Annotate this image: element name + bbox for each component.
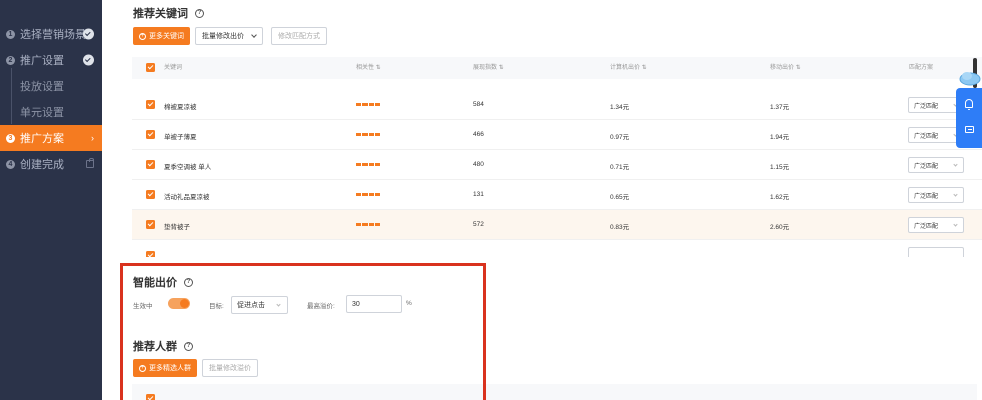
bag-icon (86, 158, 94, 168)
sidebar-step-complete[interactable]: 4 创建完成 (0, 151, 102, 177)
sidebar-substep-delivery[interactable]: 投放设置 (0, 73, 102, 99)
check-icon (83, 28, 94, 40)
relevance-bar (356, 193, 380, 196)
button-label: 更多关键词 (149, 33, 184, 40)
keywords-table-header (132, 57, 982, 79)
match-value: 广泛匹配 (914, 133, 939, 140)
match-select[interactable]: 广泛匹配 (908, 157, 964, 173)
check-icon (83, 54, 94, 66)
chevron-down-icon (953, 192, 958, 197)
match-select[interactable] (908, 247, 964, 257)
match-select[interactable]: 广泛匹配 (908, 217, 964, 233)
match-mode-button[interactable]: 修改匹配方式 (271, 27, 327, 45)
plus-icon: + (139, 32, 146, 40)
column-header-impressions[interactable]: 展现指数 ⇅ (473, 62, 504, 71)
step-number: 2 (6, 55, 15, 65)
table-row (132, 210, 982, 240)
batch-bid-dropdown[interactable]: 批量修改出价 (195, 27, 263, 45)
keywords-section-title: 推荐关键词 ? (133, 5, 204, 21)
select-all-checkbox[interactable] (146, 63, 155, 72)
step-number: 1 (6, 29, 15, 39)
button-label: 修改匹配方式 (278, 33, 320, 40)
mobile-bid-cell[interactable]: 1.37元 (770, 101, 789, 111)
mobile-bid-cell[interactable]: 1.62元 (770, 191, 789, 201)
computed-bid-cell[interactable]: 1.34元 (610, 101, 629, 111)
step-number: 3 (6, 133, 15, 143)
impressions-cell: 584 (473, 101, 484, 108)
help-icon[interactable]: ? (195, 8, 204, 18)
button-label: 批量修改出价 (202, 33, 244, 40)
computed-bid-cell[interactable]: 0.71元 (610, 161, 629, 171)
chevron-right-icon: › (91, 133, 94, 143)
highlight-box (120, 263, 486, 400)
sidebar-step-label: 推广设置 (20, 55, 64, 67)
column-header-mobile-bid[interactable]: 移动出价 ⇅ (770, 62, 801, 71)
chevron-down-icon (953, 162, 958, 167)
keyword-cell: 夏季空调被 单人 (164, 164, 212, 171)
match-select[interactable]: 广泛匹配 (908, 187, 964, 203)
row-checkbox[interactable] (146, 220, 155, 229)
row-checkbox[interactable] (146, 160, 155, 169)
column-header-match: 匹配方案 (909, 65, 934, 71)
mobile-bid-cell[interactable]: 1.15元 (770, 161, 789, 171)
mobile-bid-cell[interactable]: 2.60元 (770, 221, 789, 231)
sidebar-step-label: 单元设置 (20, 107, 64, 119)
sidebar-substep-unit[interactable]: 单元设置 (0, 99, 102, 125)
sidebar-step-label: 投放设置 (20, 81, 64, 93)
impressions-cell: 572 (473, 221, 484, 228)
relevance-bar (356, 103, 380, 106)
bell-icon[interactable] (965, 99, 973, 110)
relevance-bar (356, 163, 380, 166)
table-row-clipped (132, 245, 982, 257)
floating-tool-panel (956, 88, 982, 148)
more-keywords-button[interactable]: + 更多关键词 (133, 27, 190, 45)
relevance-bar (356, 133, 380, 136)
computed-bid-cell[interactable]: 0.65元 (610, 191, 629, 201)
row-checkbox[interactable] (146, 190, 155, 199)
sidebar-step-promo-plan[interactable]: 3 推广方案 › (0, 125, 102, 151)
sidebar-step-label: 选择营销场景 (20, 29, 86, 41)
sidebar-step-promo-settings[interactable]: 2 推广设置 (0, 47, 102, 73)
match-value: 广泛匹配 (914, 223, 939, 230)
row-checkbox[interactable] (146, 100, 155, 109)
chat-icon[interactable] (965, 126, 974, 133)
chevron-down-icon (953, 222, 958, 227)
row-checkbox[interactable] (146, 251, 155, 257)
column-header-keyword: 关键词 (164, 65, 183, 71)
section-title-text: 推荐关键词 (133, 8, 188, 20)
match-value: 广泛匹配 (914, 163, 939, 170)
step-number: 4 (6, 159, 15, 169)
computed-bid-cell[interactable]: 0.83元 (610, 221, 629, 231)
keyword-cell: 单被子薄夏 (164, 134, 197, 141)
cloud-icon[interactable] (958, 68, 982, 86)
sidebar-step-label: 创建完成 (20, 159, 64, 171)
keyword-cell: 垫背被子 (164, 224, 190, 231)
chevron-down-icon (251, 32, 257, 38)
table-row (132, 180, 982, 210)
computed-bid-cell[interactable]: 0.97元 (610, 131, 629, 141)
table-row (132, 120, 982, 150)
column-header-computed-bid[interactable]: 计算机出价 ⇅ (610, 62, 647, 71)
sidebar: 1 选择营销场景 2 推广设置 投放设置 单元设置 3 推广方案 › 4 创建完… (0, 0, 102, 400)
sidebar-step-select-scene[interactable]: 1 选择营销场景 (0, 21, 102, 47)
sidebar-step-label: 推广方案 (20, 133, 64, 145)
match-value: 广泛匹配 (914, 103, 939, 110)
impressions-cell: 466 (473, 131, 484, 138)
impressions-cell: 131 (473, 191, 484, 198)
keyword-cell: 棉被夏凉被 (164, 104, 197, 111)
match-value: 广泛匹配 (914, 193, 939, 200)
keyword-cell: 活动礼品夏凉被 (164, 194, 210, 201)
mobile-bid-cell[interactable]: 1.94元 (770, 131, 789, 141)
impressions-cell: 480 (473, 161, 484, 168)
table-row (132, 150, 982, 180)
row-checkbox[interactable] (146, 130, 155, 139)
relevance-bar (356, 223, 380, 226)
column-header-relevance[interactable]: 相关性 ⇅ (356, 62, 381, 71)
table-row (132, 90, 982, 120)
